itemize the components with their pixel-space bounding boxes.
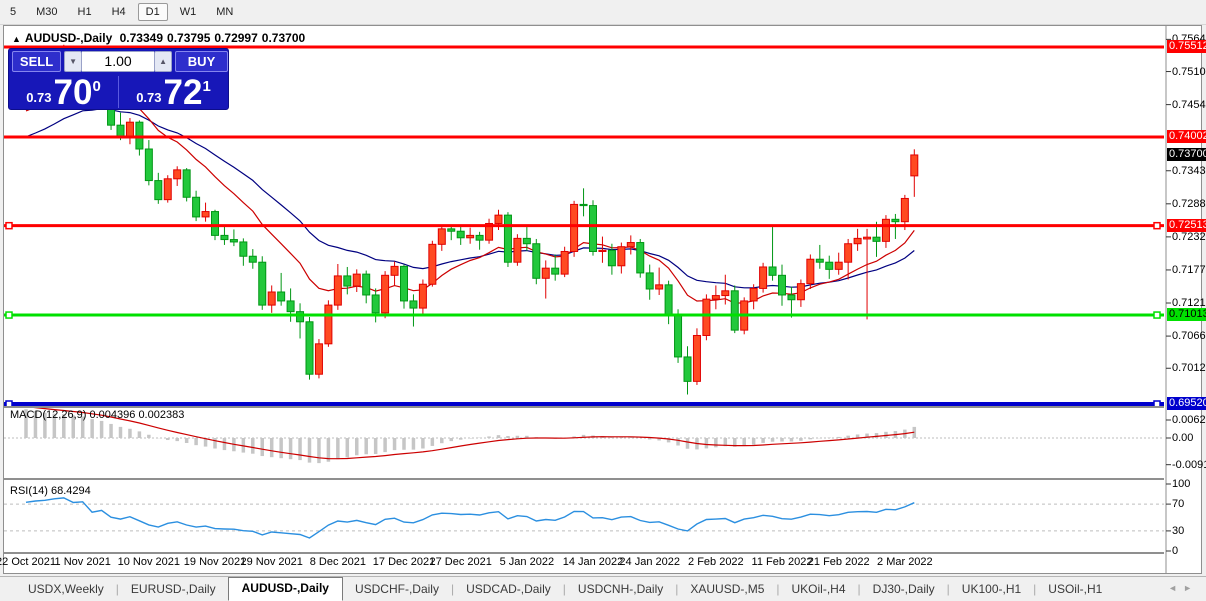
tab-scroll-arrows[interactable]: ◄► (1168, 583, 1198, 593)
chart-tab-usdcad-daily[interactable]: USDCAD-,Daily (454, 578, 563, 601)
buy-price[interactable]: 0.73 72 1 (119, 74, 228, 110)
buy-price-prefix: 0.73 (136, 90, 161, 105)
chart-symbol-label: AUDUSD-,Daily (25, 31, 112, 45)
chart-tab-audusd-daily[interactable]: AUDUSD-,Daily (228, 577, 343, 601)
chart-tab-uk100-h1[interactable]: UK100-,H1 (950, 578, 1033, 601)
rsi-indicator-label: RSI(14) 68.4294 (10, 485, 91, 497)
sell-price[interactable]: 0.73 70 0 (9, 74, 118, 110)
chart-title: ▲ AUDUSD-,Daily 0.73349 0.73795 0.72997 0.73… (12, 31, 309, 45)
ohlc-close: 0.73700 (262, 31, 305, 45)
volume-decrease-button[interactable]: ▼ (64, 51, 82, 72)
chart-tab-usdchf-daily[interactable]: USDCHF-,Daily (343, 578, 451, 601)
sell-price-sup: 0 (92, 78, 100, 95)
ohlc-high: 0.73795 (167, 31, 210, 45)
buy-price-big: 72 (164, 78, 203, 108)
chart-tab-eurusd-daily[interactable]: EURUSD-,Daily (119, 578, 228, 601)
chart-tab-usdx-weekly[interactable]: USDX,Weekly (16, 578, 116, 601)
chart-tab-usoil-h1[interactable]: USOil-,H1 (1036, 578, 1114, 601)
tab-scroll-right-icon: ► (1183, 583, 1198, 593)
ohlc-low: 0.72997 (214, 31, 257, 45)
chart-tab-ukoil-h4[interactable]: UKOil-,H4 (780, 578, 858, 601)
volume-input[interactable]: 1.00 (82, 51, 154, 72)
panel-collapse-icon[interactable]: ▲ (12, 34, 21, 44)
macd-indicator-label: MACD(12,26,9) 0.004396 0.002383 (10, 409, 184, 421)
volume-increase-button[interactable]: ▲ (154, 51, 172, 72)
tab-scroll-left-icon: ◄ (1168, 583, 1183, 593)
ohlc-open: 0.73349 (120, 31, 163, 45)
sell-button[interactable]: SELL (12, 51, 61, 72)
trade-panel: SELL ▼ 1.00 ▲ BUY 0.73 70 0 0.73 72 1 (8, 48, 229, 110)
chart-tab-dj30-daily[interactable]: DJ30-,Daily (861, 578, 947, 601)
buy-button[interactable]: BUY (175, 51, 228, 72)
chart-tab-xauusd-m5[interactable]: XAUUSD-,M5 (678, 578, 776, 601)
chart-tab-usdcnh-daily[interactable]: USDCNH-,Daily (566, 578, 675, 601)
sell-price-big: 70 (54, 78, 93, 108)
chart-tabbar: USDX,Weekly|EURUSD-,DailyAUDUSD-,DailyUS… (0, 576, 1206, 601)
sell-price-prefix: 0.73 (26, 90, 51, 105)
buy-price-sup: 1 (202, 78, 210, 95)
